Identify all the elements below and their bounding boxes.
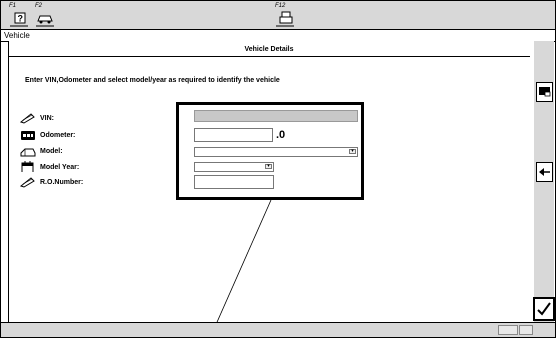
checkmark-icon <box>537 302 551 316</box>
screen-icon <box>539 87 551 97</box>
callout-leader-lines <box>209 199 549 338</box>
back-button[interactable] <box>536 162 553 182</box>
screen-button[interactable] <box>536 82 553 102</box>
status-bar <box>1 322 555 337</box>
status-box <box>519 325 533 335</box>
status-box <box>498 325 518 335</box>
confirm-button[interactable] <box>533 297 555 321</box>
back-arrow-icon <box>539 168 550 176</box>
